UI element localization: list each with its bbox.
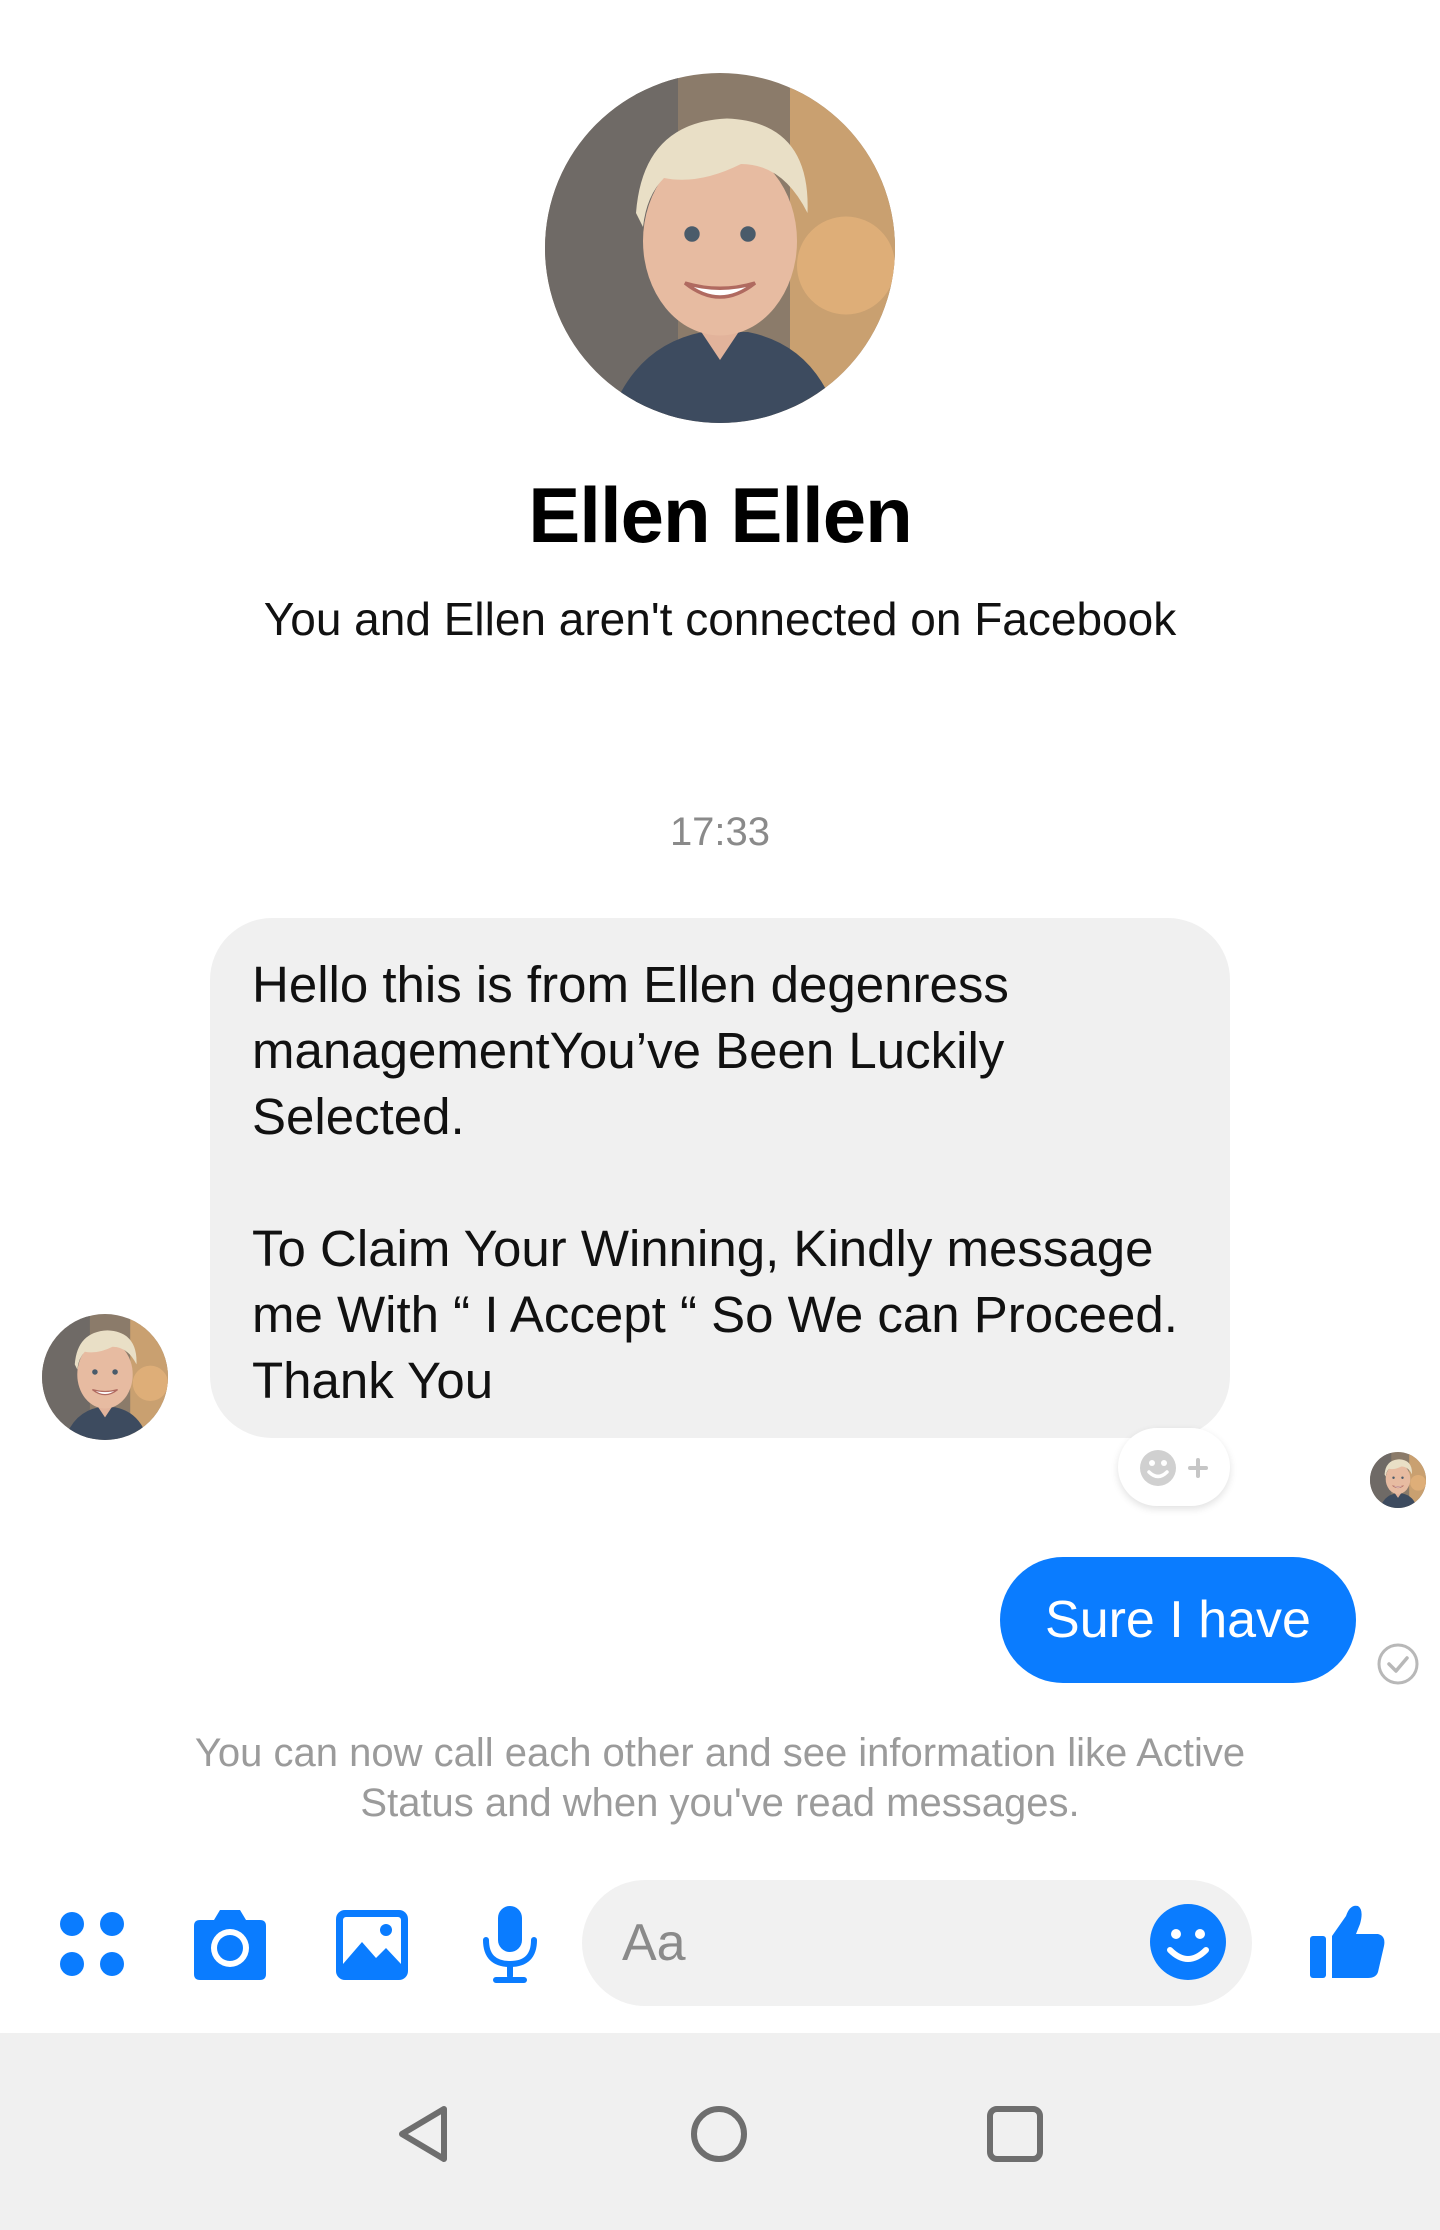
seen-by-avatar [1370, 1452, 1426, 1508]
connection-status: You and Ellen aren't connected on Facebo… [263, 593, 1177, 645]
add-reaction-button[interactable] [1118, 1428, 1230, 1506]
microphone-icon[interactable] [468, 1902, 552, 1986]
incoming-message-bubble[interactable]: Hello this is from Ellen degenress manag… [210, 918, 1230, 1438]
apps-icon[interactable] [50, 1902, 134, 1986]
system-nav-bar [0, 2033, 1440, 2230]
message-paragraph: To Claim Your Winning, Kindly message me… [252, 1220, 1178, 1409]
thumbs-up-icon[interactable] [1306, 1898, 1390, 1982]
info-note: You can now call each other and see info… [194, 1731, 1246, 1825]
gallery-icon[interactable] [330, 1902, 414, 1986]
camera-icon[interactable] [188, 1902, 272, 1986]
sent-check-icon [1376, 1642, 1420, 1686]
outgoing-message-bubble[interactable]: Sure I have [1000, 1557, 1356, 1683]
back-icon[interactable] [394, 2103, 456, 2165]
message-paragraph: Hello this is from Ellen degenress manag… [252, 956, 1009, 1145]
home-icon[interactable] [688, 2103, 750, 2165]
emoji-icon[interactable] [1146, 1900, 1230, 1984]
add-reaction-icon [1140, 1450, 1208, 1486]
recents-icon[interactable] [984, 2103, 1046, 2165]
message-input-placeholder: Aa [622, 1914, 686, 1972]
profile-photo[interactable] [545, 73, 895, 423]
sender-avatar[interactable] [42, 1314, 168, 1440]
contact-name: Ellen Ellen [528, 471, 912, 559]
message-timestamp: 17:33 [669, 810, 771, 854]
